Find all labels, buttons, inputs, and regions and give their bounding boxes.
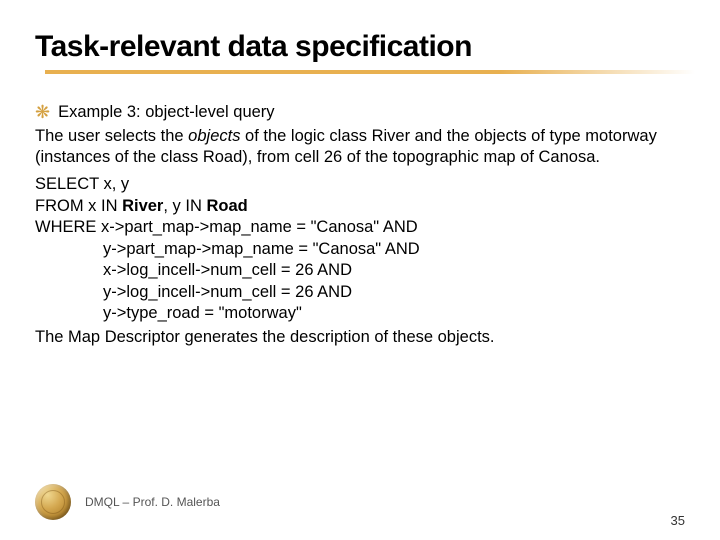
seal-icon bbox=[35, 484, 71, 520]
query-line-4: y->log_incell->num_cell = 26 AND bbox=[103, 282, 685, 303]
footer-text: DMQL – Prof. D. Malerba bbox=[85, 495, 220, 509]
query-line-5: y->type_road = "motorway" bbox=[103, 303, 685, 324]
query-block: SELECT x, y FROM x IN River, y IN Road W… bbox=[35, 174, 685, 324]
slide-footer: DMQL – Prof. D. Malerba bbox=[0, 484, 720, 520]
example-label: Example 3: object-level query bbox=[58, 102, 274, 123]
query-line-2: y->part_map->map_name = "Canosa" AND bbox=[103, 239, 685, 260]
query-line-3: x->log_incell->num_cell = 26 AND bbox=[103, 260, 685, 281]
slide-content: ❋ Example 3: object-level query The user… bbox=[35, 102, 685, 348]
query-select: SELECT x, y bbox=[35, 174, 685, 195]
closing-text: The Map Descriptor generates the descrip… bbox=[35, 327, 685, 348]
page-number: 35 bbox=[671, 513, 685, 528]
bullet-icon: ❋ bbox=[35, 102, 50, 124]
query-where: WHERE x->part_map->map_name = "Canosa" A… bbox=[35, 217, 685, 238]
title-underline bbox=[45, 70, 695, 74]
query-from: FROM x IN River, y IN Road bbox=[35, 196, 685, 217]
description-text: The user selects the objects of the logi… bbox=[35, 126, 685, 169]
slide-title: Task-relevant data specification bbox=[35, 30, 685, 64]
